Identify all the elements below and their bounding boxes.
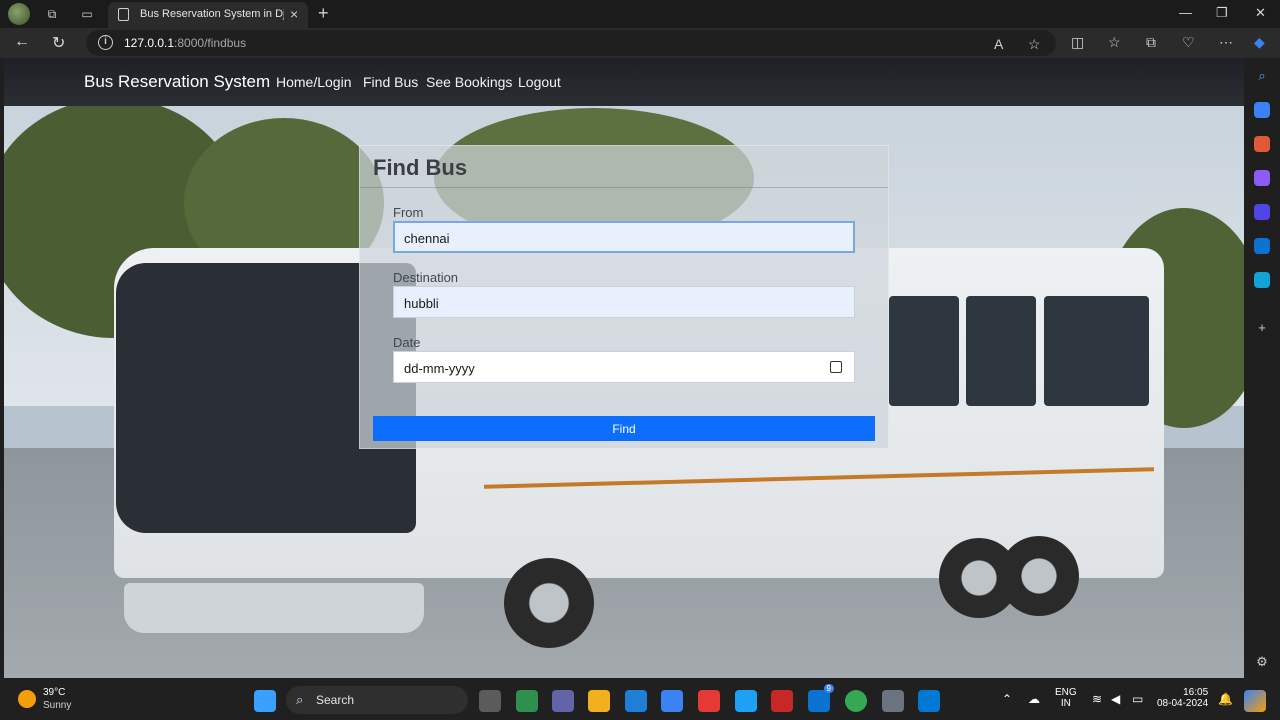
tab-actions-icon[interactable]: ▭ [77,5,97,23]
notification-bell-icon[interactable]: 🔔 [1218,692,1233,706]
destination-label: Destination [393,270,459,285]
minimize-icon[interactable]: — [1179,5,1192,20]
lang-region: IN [1060,698,1071,709]
find-bus-card: Find Bus From chennai Destination hubbli… [359,145,889,449]
edge-browser-icon[interactable] [625,690,647,712]
tray-chevron-icon[interactable]: ⌃ [1002,692,1012,706]
volume-icon[interactable]: ◀ [1111,692,1120,706]
chrome-icon[interactable] [845,690,867,712]
shopping-tag-icon[interactable] [1254,102,1270,118]
from-input[interactable]: chennai [393,221,855,253]
site-brand[interactable]: Bus Reservation System [84,72,270,92]
file-explorer-icon[interactable] [588,690,610,712]
mcafee-icon[interactable] [771,690,793,712]
games-icon[interactable] [1254,170,1270,186]
favorite-star-icon[interactable]: ☆ [1028,36,1041,53]
browser-toolbar: ← ↻ i 127.0.0.1:8000/findbus A ☆ ◫ ☆ ⧉ ♡… [0,28,1280,58]
search-icon: ⌕ [296,692,304,707]
url-text: 127.0.0.1:8000/findbus [124,36,247,50]
tools-briefcase-icon[interactable] [1254,136,1270,152]
wifi-icon[interactable]: ≋ [1092,692,1102,706]
widgets-icon[interactable] [516,690,538,712]
lang-code: ENG [1055,687,1077,698]
site-navbar: Bus Reservation System Home/Login Find B… [4,58,1244,106]
browser-sidebar: ⌕ + ⚙ [1244,58,1280,680]
notification-badge: 9 [823,684,834,693]
new-tab-icon[interactable]: + [318,3,329,24]
site-info-icon[interactable]: i [98,35,113,50]
more-options-icon[interactable]: ⋯ [1219,34,1233,51]
browser-essentials-icon[interactable]: ♡ [1182,34,1195,51]
close-window-icon[interactable]: ✕ [1255,5,1266,21]
taskbar: 39°C Sunny ⌕ Search 9 ⌃ ☁ ENG IN ≋ ◀ ▭ 1… [0,680,1280,720]
battery-icon[interactable]: ▭ [1132,692,1143,706]
weather-sun-icon[interactable] [18,690,36,708]
weather-tray-icon[interactable]: ☁ [1028,692,1040,706]
browser-tab-strip: ⧉ ▭ Bus Reservation System in Django × +… [0,0,1280,28]
copilot-sidebar-icon[interactable] [1254,204,1270,220]
drop-icon[interactable] [1254,272,1270,288]
calendar-icon[interactable] [830,361,842,373]
date-input[interactable]: dd-mm-yyyy [393,351,855,383]
copilot-icon[interactable]: ◆ [1254,34,1265,51]
from-label: From [393,205,424,220]
vscode-icon[interactable] [918,690,940,712]
date-placeholder: dd-mm-yyyy [404,361,475,376]
clock[interactable]: 16:05 08-04-2024 [1157,687,1208,709]
copilot-taskbar-icon[interactable] [1244,690,1266,712]
refresh-icon[interactable]: ↻ [52,33,65,53]
card-header: Find Bus [360,146,888,188]
find-button[interactable]: Find [373,416,875,441]
add-sidebar-app-icon[interactable]: + [1254,320,1270,336]
teams-icon[interactable] [552,690,574,712]
split-screen-icon[interactable]: ◫ [1071,34,1084,51]
date-label: Date [393,335,421,350]
from-value: chennai [404,231,450,246]
outlook-icon[interactable] [1254,238,1270,254]
destination-value: hubbli [404,296,439,311]
back-icon[interactable]: ← [14,33,30,51]
search-label: Search [316,693,355,707]
tab-title: Bus Reservation System in Django [140,8,284,20]
nav-see-bookings[interactable]: See Bookings [426,74,512,90]
language-indicator[interactable]: ENG IN [1055,687,1077,709]
maximize-icon[interactable]: ❐ [1216,5,1228,21]
weather-desc[interactable]: Sunny [43,700,71,711]
store-icon[interactable] [661,690,683,712]
sidebar-settings-icon[interactable]: ⚙ [1254,654,1270,670]
collections-icon[interactable]: ⧉ [1146,34,1156,51]
tab-close-icon[interactable]: × [290,6,298,22]
favorites-icon[interactable]: ☆ [1108,34,1121,51]
card-title: Find Bus [373,155,468,180]
search-icon[interactable]: ⌕ [1254,68,1270,84]
address-bar[interactable]: i 127.0.0.1:8000/findbus A ☆ [86,30,1056,56]
clock-time: 16:05 [1183,687,1209,698]
outlook-icon[interactable]: 9 [808,684,834,712]
page-viewport: Bus Reservation System Home/Login Find B… [4,58,1244,678]
clock-date: 08-04-2024 [1157,698,1209,709]
weather-temp[interactable]: 39°C [43,687,65,698]
nav-home-login[interactable]: Home/Login [276,74,352,90]
page-favicon-icon [118,8,129,21]
start-windows-icon[interactable] [254,690,276,712]
read-aloud-icon[interactable]: A [994,36,1003,52]
workspaces-icon[interactable]: ⧉ [42,5,62,23]
anydesk-icon[interactable] [698,690,720,712]
destination-input[interactable]: hubbli [393,286,855,318]
nav-logout[interactable]: Logout [518,74,561,90]
task-view-icon[interactable] [479,690,501,712]
profile-avatar[interactable] [8,3,30,25]
app-icon[interactable] [735,690,757,712]
browser-tab[interactable]: Bus Reservation System in Django × [108,2,308,28]
nav-find-bus[interactable]: Find Bus [363,74,418,90]
settings-gear-icon[interactable] [882,690,904,712]
taskbar-search[interactable]: ⌕ Search [286,686,468,714]
